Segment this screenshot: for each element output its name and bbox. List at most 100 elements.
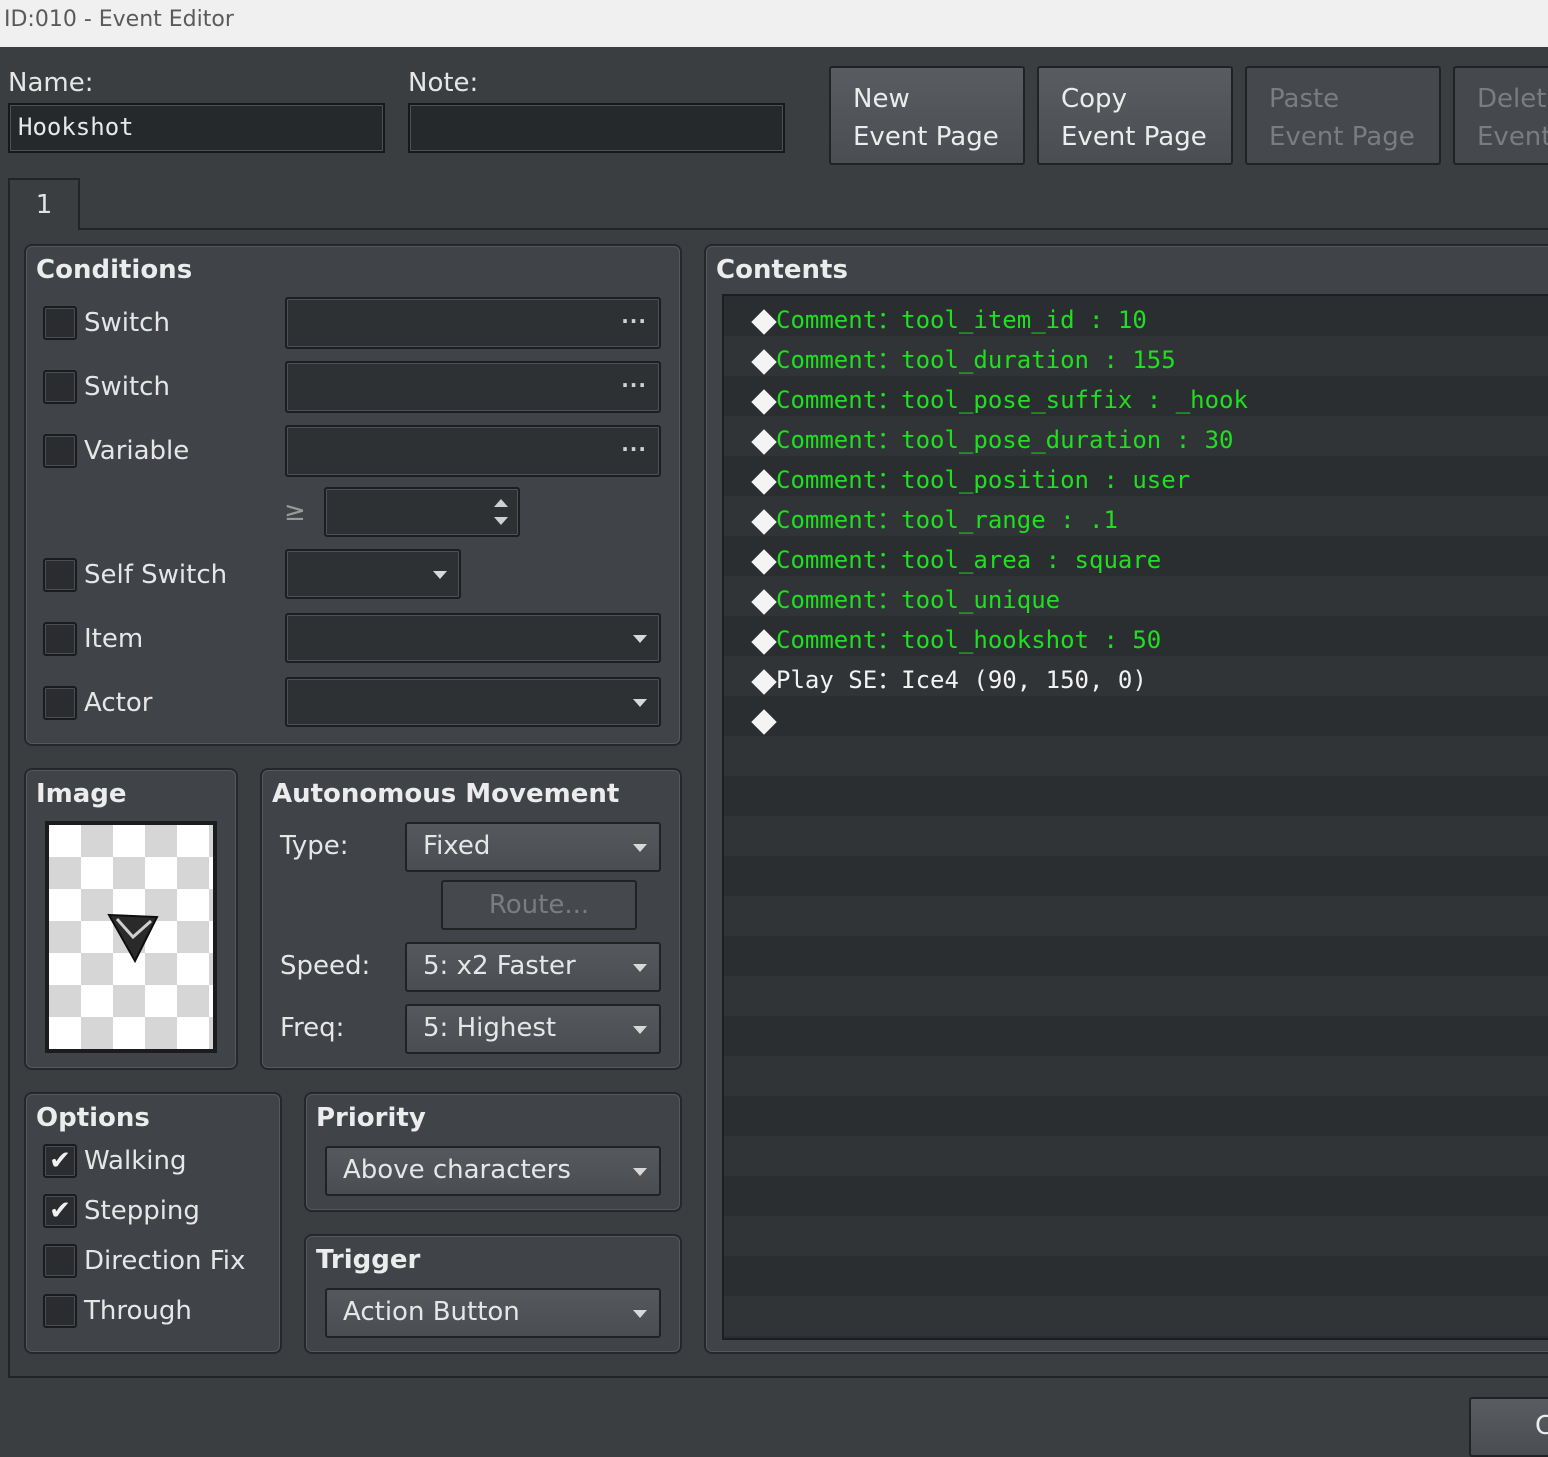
image-title: Image [36, 779, 127, 809]
switch2-checkbox[interactable] [43, 370, 77, 404]
command-separator: ： [877, 626, 902, 654]
event-command-line[interactable]: Comment：tool_area : square [724, 540, 1548, 580]
diamond-bullet-icon [751, 709, 777, 735]
command-name: Comment [776, 386, 878, 414]
gte-symbol: ≥ [284, 497, 306, 527]
note-input[interactable] [408, 103, 785, 153]
ok-button[interactable]: C [1469, 1397, 1548, 1457]
self-switch-checkbox[interactable] [43, 558, 77, 592]
speed-value: 5: x2 Faster [423, 951, 576, 981]
event-command-line[interactable]: Comment：tool_item_id : 10 [724, 300, 1548, 340]
tab-page-1[interactable]: 1 [8, 178, 80, 230]
through-checkbox[interactable] [43, 1294, 77, 1328]
command-name: Comment [776, 586, 878, 614]
walking-check-icon: ✔ [49, 1146, 71, 1176]
command-parameters: tool_pose_suffix : _hook [901, 386, 1248, 414]
diamond-bullet-icon [751, 549, 777, 575]
speed-label: Speed: [280, 951, 371, 981]
event-command-line[interactable]: Comment：tool_pose_duration : 30 [724, 420, 1548, 460]
copy-event-page-button[interactable]: Copy Event Page [1037, 66, 1233, 165]
variable-selector[interactable]: ··· [285, 425, 661, 477]
walking-checkbox[interactable]: ✔ [43, 1144, 77, 1178]
command-separator: ： [877, 546, 902, 574]
event-command-text: Comment：tool_range : .1 [776, 500, 1118, 540]
event-command-text: Comment：tool_position : user [776, 460, 1190, 500]
delete-event-page-button[interactable]: Delet Event [1453, 66, 1548, 165]
name-label: Name: [8, 68, 94, 98]
switch2-label: Switch [84, 372, 170, 402]
command-separator: ： [877, 426, 902, 454]
spinner-up-icon[interactable] [494, 499, 508, 507]
priority-caret-icon [633, 1168, 647, 1176]
event-command-line[interactable]: Comment：tool_pose_suffix : _hook [724, 380, 1548, 420]
actor-select[interactable] [285, 677, 661, 727]
type-caret-icon [633, 844, 647, 852]
freq-select[interactable]: 5: Highest [405, 1004, 661, 1054]
variable-checkbox[interactable] [43, 434, 77, 468]
contents-list[interactable]: Comment：tool_item_id : 10 Comment：tool_du… [722, 294, 1548, 1340]
trigger-title: Trigger [316, 1245, 421, 1275]
diamond-bullet-icon [751, 429, 777, 455]
window-title: ID:010 - Event Editor [0, 0, 1548, 47]
type-select[interactable]: Fixed [405, 822, 661, 872]
command-name: Play SE [776, 666, 878, 694]
event-command-text: Comment：tool_pose_duration : 30 [776, 420, 1234, 460]
event-command-line[interactable]: Comment：tool_unique [724, 580, 1548, 620]
self-switch-label: Self Switch [84, 560, 228, 590]
delete-event-page-label-1: Delet [1477, 84, 1547, 114]
command-parameters: tool_unique [901, 586, 1061, 614]
event-command-text: Play SE：Ice4 (90, 150, 0) [776, 660, 1147, 700]
direction-fix-checkbox[interactable] [43, 1244, 77, 1278]
event-command-line[interactable]: Comment：tool_range : .1 [724, 500, 1548, 540]
event-command-line[interactable]: Comment：tool_duration : 155 [724, 340, 1548, 380]
command-name: Comment [776, 506, 878, 534]
item-checkbox[interactable] [43, 622, 77, 656]
command-separator: ： [877, 466, 902, 494]
switch1-selector[interactable]: ··· [285, 297, 661, 349]
command-parameters: tool_range : .1 [901, 506, 1118, 534]
image-preview [49, 825, 213, 1049]
spinner-down-icon[interactable] [494, 517, 508, 525]
switch2-selector[interactable]: ··· [285, 361, 661, 413]
command-name: Comment [776, 346, 878, 374]
command-separator: ： [877, 306, 902, 334]
speed-select[interactable]: 5: x2 Faster [405, 942, 661, 992]
new-event-page-label-1: New [853, 84, 910, 114]
new-event-page-button[interactable]: New Event Page [829, 66, 1025, 165]
image-frame[interactable] [45, 821, 217, 1053]
actor-checkbox[interactable] [43, 686, 77, 720]
variable-value-spinner[interactable] [324, 487, 520, 537]
self-switch-select[interactable] [285, 549, 461, 599]
route-button[interactable]: Route... [441, 880, 637, 930]
command-parameters: tool_area : square [901, 546, 1162, 574]
command-separator: ： [877, 586, 902, 614]
self-switch-caret-icon [433, 571, 447, 579]
switch1-label: Switch [84, 308, 170, 338]
conditions-title: Conditions [36, 255, 193, 285]
stepping-checkbox[interactable]: ✔ [43, 1194, 77, 1228]
name-input[interactable]: Hookshot [8, 103, 385, 153]
paste-event-page-button[interactable]: Paste Event Page [1245, 66, 1441, 165]
event-command-line[interactable]: Comment：tool_position : user [724, 460, 1548, 500]
event-command-line[interactable] [724, 700, 1548, 740]
item-caret-icon [633, 635, 647, 643]
switch1-checkbox[interactable] [43, 306, 77, 340]
event-command-line[interactable]: Play SE：Ice4 (90, 150, 0) [724, 660, 1548, 700]
switch1-ellipsis-icon: ··· [621, 309, 647, 333]
walking-label: Walking [84, 1146, 187, 1176]
type-value: Fixed [423, 831, 491, 861]
contents-title: Contents [716, 255, 848, 285]
trigger-select[interactable]: Action Button [325, 1288, 661, 1338]
command-name: Comment [776, 466, 878, 494]
diamond-bullet-icon [751, 589, 777, 615]
diamond-bullet-icon [751, 389, 777, 415]
event-command-text: Comment：tool_pose_suffix : _hook [776, 380, 1248, 420]
priority-select[interactable]: Above characters [325, 1146, 661, 1196]
event-command-text: Comment：tool_area : square [776, 540, 1161, 580]
command-name: Comment [776, 426, 878, 454]
command-separator: ： [877, 666, 902, 694]
priority-value: Above characters [343, 1155, 571, 1185]
item-select[interactable] [285, 613, 661, 663]
diamond-bullet-icon [751, 629, 777, 655]
event-command-line[interactable]: Comment：tool_hookshot : 50 [724, 620, 1548, 660]
